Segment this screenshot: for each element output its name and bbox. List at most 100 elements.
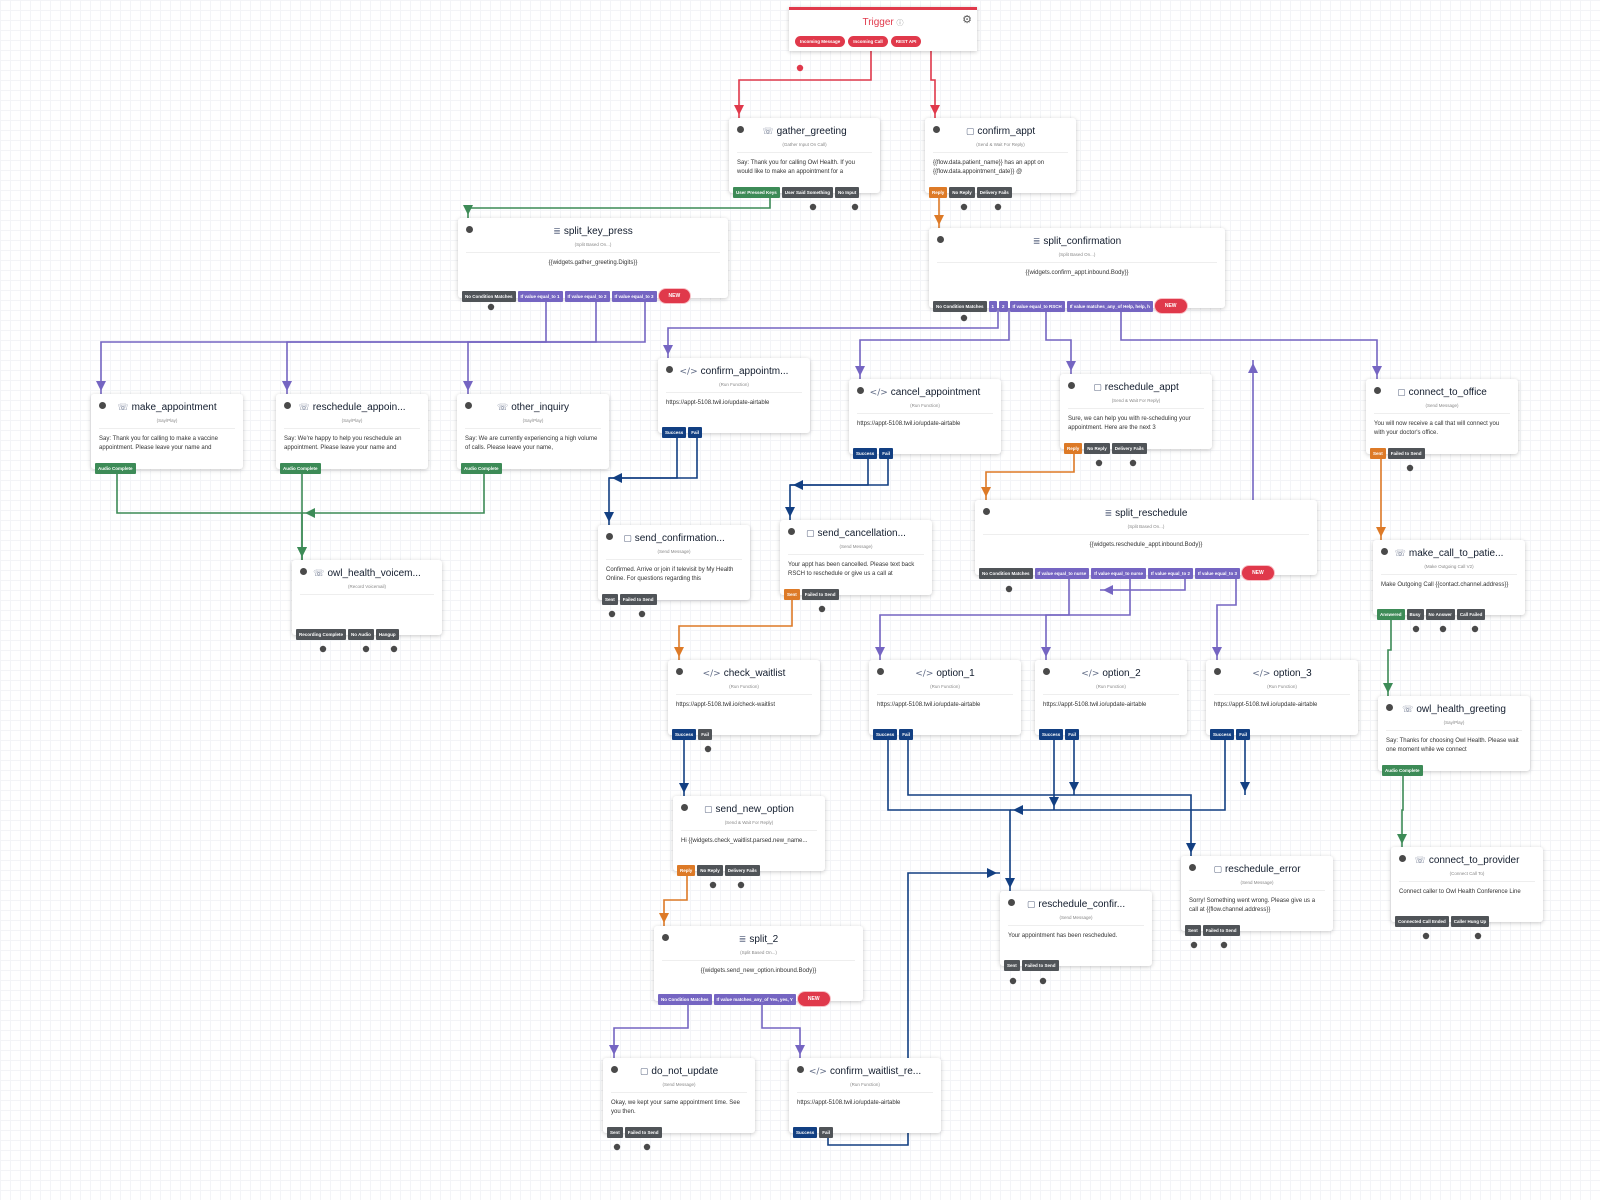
widget-send-new-option[interactable]: ▢ send_new_option (Send & Wait For Reply) H… xyxy=(673,796,825,876)
widget-input-handle[interactable] xyxy=(788,528,795,535)
transition-port[interactable]: Audio Complete xyxy=(1382,765,1423,776)
transition-port[interactable]: Reply xyxy=(677,865,696,876)
transition-port[interactable]: Audio Complete xyxy=(280,463,321,474)
port-handle[interactable] xyxy=(608,610,616,618)
transition-port[interactable]: Success xyxy=(1210,729,1235,740)
widget-reschedule-confir[interactable]: ▢ reschedule_confir... (Send Message) Your … xyxy=(1000,891,1152,971)
port-handle[interactable] xyxy=(1095,459,1103,467)
widget-input-handle[interactable] xyxy=(877,668,884,675)
connection-wire[interactable] xyxy=(116,470,303,560)
port-handle[interactable] xyxy=(1422,932,1430,940)
port-handle[interactable] xyxy=(1439,625,1447,633)
transition-port[interactable]: Failed to Send xyxy=(1202,925,1240,936)
transition-port[interactable]: If value matches_any_of Help, help, h xyxy=(1066,300,1153,312)
transition-port[interactable]: Audio Complete xyxy=(461,463,502,474)
transition-port[interactable]: Failed to Send xyxy=(624,1127,662,1138)
transition-port[interactable]: No Condition Matches xyxy=(933,300,987,312)
connection-wire[interactable] xyxy=(1045,575,1131,660)
widget-option-2[interactable]: </> option_2 (Run Function) https://appt-51… xyxy=(1035,660,1187,740)
transition-port[interactable]: Reply xyxy=(1064,443,1083,454)
transition-port[interactable]: Fail xyxy=(698,729,713,740)
transition-port[interactable]: If value equal_to 3 xyxy=(1195,567,1241,579)
widget-send-confirmation[interactable]: ▢ send_confirmation... (Send Message) Confi… xyxy=(598,525,750,605)
widget-input-handle[interactable] xyxy=(1043,668,1050,675)
transition-port[interactable]: If value equal_to 2 xyxy=(564,290,610,302)
transition-port[interactable]: Success xyxy=(853,448,878,459)
new-transition-button[interactable]: NEW xyxy=(1242,566,1274,580)
connection-wire[interactable] xyxy=(667,308,999,358)
widget-input-handle[interactable] xyxy=(937,236,944,243)
transition-port[interactable]: Success xyxy=(1039,729,1064,740)
transition-port[interactable]: No Condition Matches xyxy=(979,567,1033,579)
widget-owl-health-greeting[interactable]: ☏ owl_health_greeting (Say/Play) Say: Thank… xyxy=(1378,696,1530,776)
transition-port[interactable]: Sent xyxy=(607,1127,623,1138)
widget-input-handle[interactable] xyxy=(284,402,291,409)
widget-cancel-appointment[interactable]: </> cancel_appointment (Run Function) https… xyxy=(849,379,1001,459)
transition-port[interactable]: 1 xyxy=(988,300,998,312)
port-handle[interactable] xyxy=(1009,977,1017,985)
transition-port[interactable]: If value equal_to 2 xyxy=(1148,567,1194,579)
port-handle[interactable] xyxy=(818,605,826,613)
widget-input-handle[interactable] xyxy=(662,934,669,941)
trigger-widget[interactable]: Trigger ⓘ ⚙ Incoming Message Incoming Ca… xyxy=(789,7,977,51)
port-handle[interactable] xyxy=(1190,941,1198,949)
widget-input-handle[interactable] xyxy=(465,402,472,409)
widget-input-handle[interactable] xyxy=(676,668,683,675)
transition-port[interactable]: Fail xyxy=(1065,729,1080,740)
connection-wire[interactable] xyxy=(738,50,872,118)
connection-wire[interactable] xyxy=(613,1001,689,1058)
connection-wire[interactable] xyxy=(663,871,688,926)
port-handle[interactable] xyxy=(487,303,495,311)
widget-split-key-press[interactable]: ≣ split_key_press (Split Based On...) {{wid… xyxy=(458,218,728,303)
transition-port[interactable]: No Reply xyxy=(697,865,723,876)
transition-port[interactable]: Sent xyxy=(1370,448,1386,459)
port-handle[interactable] xyxy=(809,203,817,211)
transition-port[interactable]: Sent xyxy=(602,594,618,605)
widget-input-handle[interactable] xyxy=(1189,864,1196,871)
port-handle[interactable] xyxy=(994,203,1002,211)
widget-do-not-update[interactable]: ▢ do_not_update (Send Message) Okay, we kep… xyxy=(603,1058,755,1138)
connection-wire[interactable] xyxy=(859,308,1010,379)
transition-port[interactable]: Sent xyxy=(784,589,800,600)
transition-port[interactable]: No Input xyxy=(835,187,860,198)
transition-port[interactable]: If value equal_to 3 xyxy=(611,290,657,302)
port-handle[interactable] xyxy=(319,645,327,653)
transition-port[interactable]: Delivery Fails xyxy=(724,865,760,876)
widget-reschedule-error[interactable]: ▢ reschedule_error (Send Message) Sorry! So… xyxy=(1181,856,1333,936)
widget-input-handle[interactable] xyxy=(1214,668,1221,675)
port-handle[interactable] xyxy=(851,203,859,211)
port-handle[interactable] xyxy=(1474,932,1482,940)
widget-confirm-waitlist-re[interactable]: </> confirm_waitlist_re... (Run Function) h… xyxy=(789,1058,941,1138)
widget-reschedule-appt[interactable]: ▢ reschedule_appt (Send & Wait For Reply) S… xyxy=(1060,374,1212,454)
widget-input-handle[interactable] xyxy=(606,533,613,540)
transition-port[interactable]: Hangup xyxy=(375,629,399,640)
transition-port[interactable]: If value equal_to 1 xyxy=(517,290,563,302)
trigger-port-incoming-call[interactable]: Incoming Call xyxy=(848,36,888,47)
port-handle[interactable] xyxy=(1471,625,1479,633)
transition-port[interactable]: Fail xyxy=(879,448,894,459)
widget-send-cancellation[interactable]: ▢ send_cancellation... (Send Message) Your … xyxy=(780,520,932,600)
port-handle[interactable] xyxy=(362,645,370,653)
gear-icon[interactable]: ⚙ xyxy=(962,13,972,26)
transition-port[interactable]: No Condition Matches xyxy=(658,993,712,1005)
connection-wire[interactable] xyxy=(1120,308,1378,379)
transition-port[interactable]: Failed to Send xyxy=(801,589,839,600)
port-handle[interactable] xyxy=(704,745,712,753)
widget-input-handle[interactable] xyxy=(737,126,744,133)
transition-port[interactable]: Failed to Send xyxy=(619,594,657,605)
connection-wire[interactable] xyxy=(678,596,793,660)
widget-input-handle[interactable] xyxy=(466,226,473,233)
transition-port[interactable]: Success xyxy=(793,1127,818,1138)
trigger-port-rest-api[interactable]: REST API xyxy=(890,36,922,47)
transition-port[interactable]: Delivery Fails xyxy=(1111,443,1147,454)
port-handle[interactable] xyxy=(1039,977,1047,985)
transition-port[interactable]: Connected Call Ended xyxy=(1395,916,1449,927)
widget-split-confirmation[interactable]: ≣ split_confirmation (Split Based On...) {{… xyxy=(929,228,1225,313)
transition-port[interactable]: Delivery Fails xyxy=(976,187,1012,198)
port-handle[interactable] xyxy=(960,314,968,322)
widget-input-handle[interactable] xyxy=(1386,704,1393,711)
connection-wire[interactable] xyxy=(1045,308,1072,374)
connection-wire[interactable] xyxy=(467,193,771,218)
transition-port[interactable]: Fail xyxy=(1236,729,1251,740)
port-handle[interactable] xyxy=(1406,464,1414,472)
